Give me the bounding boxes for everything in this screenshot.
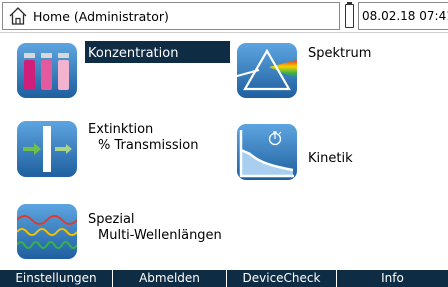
- app-konzentration-label: Konzentration: [88, 46, 179, 61]
- transmission-icon: [17, 121, 77, 177]
- app-spezial[interactable]: Spezial Multi-Wellenlängen: [17, 204, 232, 264]
- app-spezial-sublabel: Multi-Wellenlängen: [98, 228, 222, 243]
- app-kinetik[interactable]: Kinetik: [237, 124, 437, 184]
- waves-icon: [17, 204, 77, 259]
- datetime-display: 08.02.18 07:41: [358, 2, 448, 30]
- home-icon: [9, 7, 27, 25]
- devicecheck-button[interactable]: DeviceCheck: [227, 270, 337, 287]
- app-konzentration[interactable]: Konzentration: [17, 43, 232, 99]
- app-spezial-label: Spezial: [88, 212, 135, 227]
- kinetics-icon: [237, 124, 297, 180]
- einstellungen-button[interactable]: Einstellungen: [0, 270, 113, 287]
- footer-bar: Einstellungen Abmelden DeviceCheck Info: [0, 270, 448, 287]
- home-title-box[interactable]: Home (Administrator): [2, 2, 340, 30]
- app-kinetik-label: Kinetik: [308, 151, 353, 166]
- header-bar: Home (Administrator) 08.02.18 07:41: [0, 0, 448, 33]
- test-tubes-icon: [17, 43, 77, 98]
- battery-icon: [345, 4, 354, 28]
- app-extinktion-label: Extinktion: [88, 122, 154, 137]
- abmelden-button[interactable]: Abmelden: [113, 270, 227, 287]
- app-extinktion-sublabel: % Transmission: [98, 138, 199, 153]
- page-title: Home (Administrator): [33, 8, 169, 24]
- app-extinktion[interactable]: Extinktion % Transmission: [17, 121, 232, 181]
- info-button[interactable]: Info: [337, 270, 448, 287]
- app-spektrum-label: Spektrum: [308, 46, 372, 61]
- app-spektrum[interactable]: Spektrum: [237, 43, 437, 99]
- prism-icon: [237, 43, 297, 98]
